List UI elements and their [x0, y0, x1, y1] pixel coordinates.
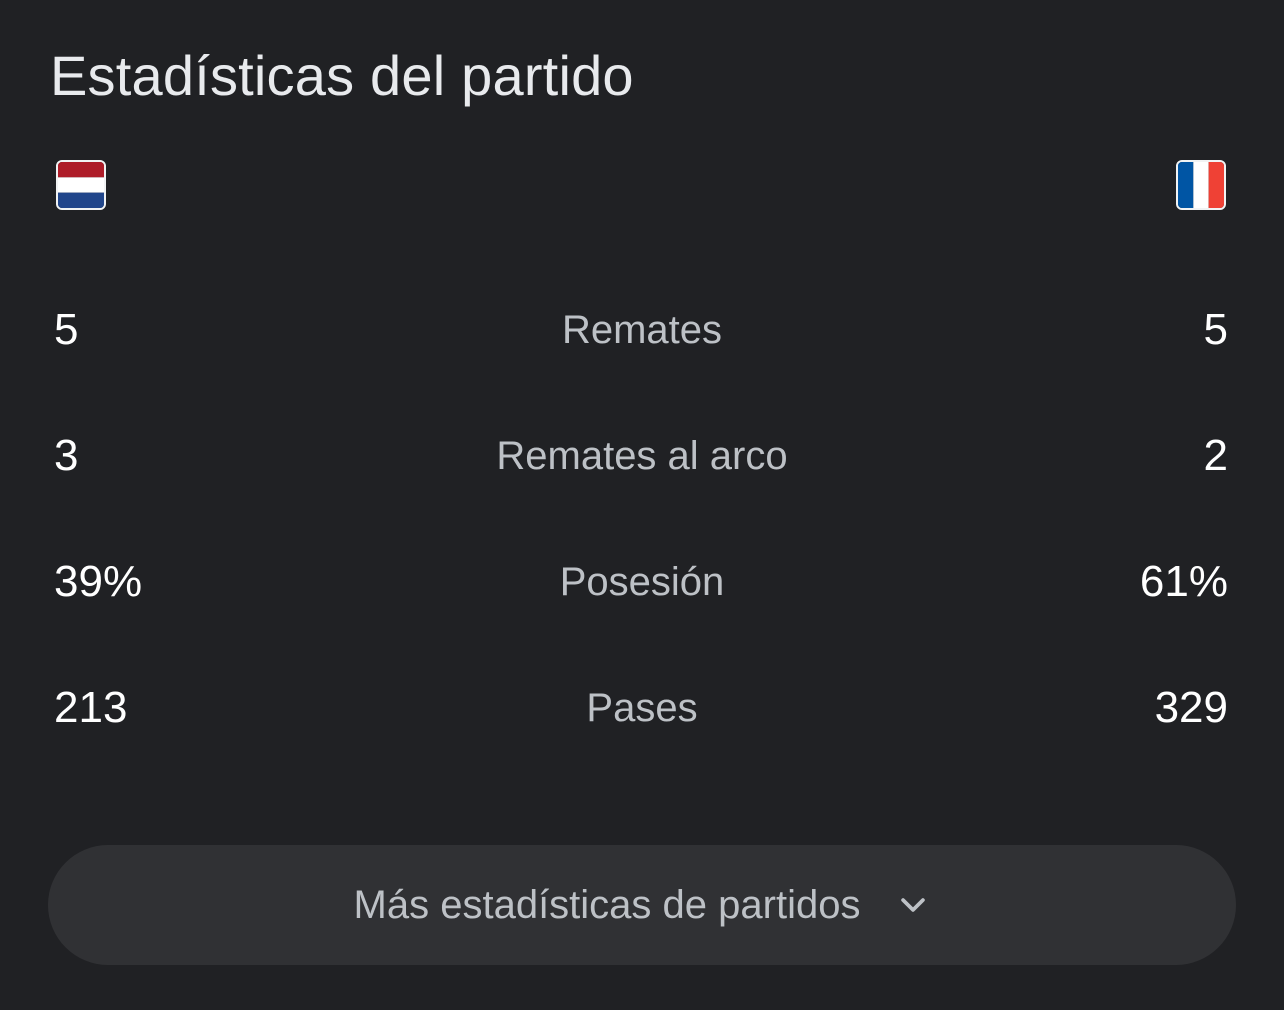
- stat-row-posesion: 39% Posesión 61%: [0, 552, 1284, 612]
- stat-label: Remates al arco: [496, 434, 788, 478]
- stat-right-value: 329: [1154, 683, 1228, 732]
- stat-row-remates: 5 Remates 5: [0, 300, 1284, 360]
- stat-label: Pases: [586, 686, 698, 730]
- stat-right-value: 61%: [1139, 557, 1228, 606]
- chevron-down-icon: [896, 888, 930, 922]
- page-title: Estadísticas del partido: [50, 44, 634, 107]
- more-stats-label: Más estadísticas de partidos: [353, 882, 861, 927]
- stat-right-value: 5: [1203, 305, 1228, 354]
- france-flag-icon: [1176, 160, 1226, 210]
- netherlands-flag-icon: [56, 160, 106, 210]
- more-stats-button[interactable]: Más estadísticas de partidos: [48, 845, 1236, 965]
- stat-row-remates-al-arco: 3 Remates al arco 2: [0, 426, 1284, 486]
- stat-right-value: 2: [1203, 431, 1228, 480]
- stat-label: Remates: [561, 308, 723, 352]
- stat-label: Posesión: [559, 560, 725, 604]
- stat-row-pases: 213 Pases 329: [0, 678, 1284, 738]
